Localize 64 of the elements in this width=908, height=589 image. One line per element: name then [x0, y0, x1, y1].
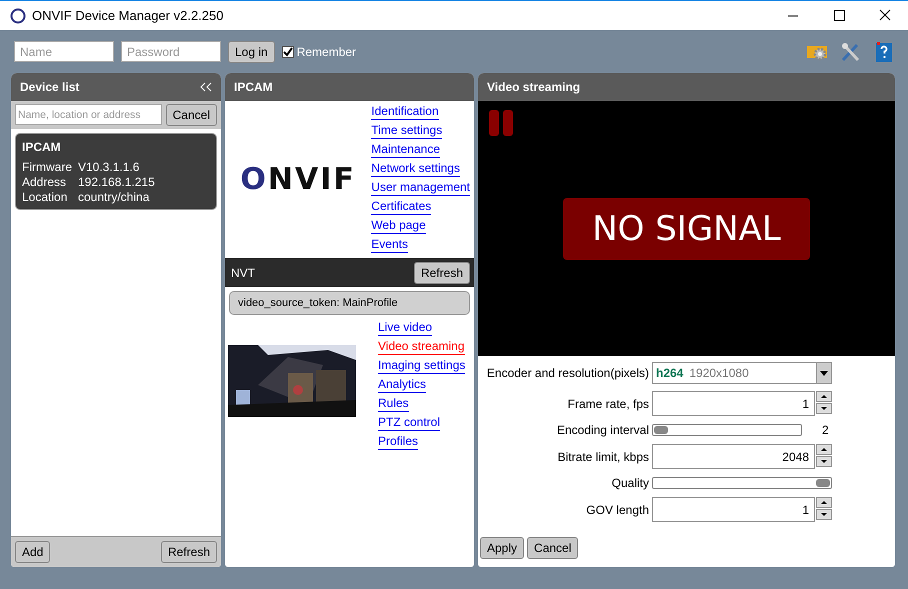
number-field[interactable]: 1	[652, 497, 815, 522]
nav-link[interactable]: Network settings	[371, 161, 460, 177]
nav-link[interactable]: Profiles	[378, 434, 418, 450]
window-title: ONVIF Device Manager v2.2.250	[32, 8, 224, 23]
form-button[interactable]: Apply	[480, 537, 524, 559]
form-button[interactable]: Cancel	[527, 537, 578, 559]
nav-link[interactable]: Analytics	[378, 377, 426, 393]
no-signal-label: NO SIGNAL	[563, 198, 810, 260]
remember-label: Remember	[296, 44, 356, 58]
field-label: Location	[22, 190, 68, 204]
slider[interactable]	[652, 424, 802, 436]
device-name: IPCAM	[22, 140, 62, 154]
refresh-button[interactable]: Refresh	[414, 262, 470, 284]
spinner-arrows-icon[interactable]	[816, 391, 832, 416]
cancel-button[interactable]: Cancel	[166, 104, 217, 126]
panel-title: Device list	[20, 80, 80, 94]
nav-link[interactable]: Video streaming	[378, 339, 464, 355]
field-label: Address	[22, 175, 68, 189]
remember-checkbox[interactable]	[282, 46, 294, 58]
help-icon[interactable]	[874, 40, 894, 62]
password-field[interactable]: Password	[121, 41, 221, 62]
field-label: Bitrate limit, kbps	[556, 450, 650, 464]
panel-title: IPCAM	[234, 80, 273, 94]
nav-link[interactable]: Imaging settings	[378, 358, 466, 374]
section-title: NVT	[231, 266, 255, 280]
app-icon	[10, 8, 26, 24]
field-label: GOV length	[585, 502, 650, 516]
nav-link[interactable]: Web page	[371, 218, 426, 234]
spinner-arrows-icon[interactable]	[816, 497, 832, 522]
tools-icon[interactable]	[840, 42, 862, 62]
slider-value: 2	[822, 423, 829, 437]
search-field[interactable]: Name, location or address	[15, 104, 162, 125]
field-value: 192.168.1.215	[78, 175, 156, 189]
caret-icon	[820, 370, 828, 376]
field-label: Encoder and resolution(pixels)	[486, 366, 650, 380]
number-field[interactable]: 2048	[652, 444, 815, 469]
field-label: Frame rate, fps	[566, 396, 650, 410]
nav-link[interactable]: Time settings	[371, 123, 442, 139]
list-button[interactable]: Refresh	[160, 541, 217, 563]
name-field[interactable]: Name	[14, 41, 114, 62]
number-field[interactable]: 1	[652, 391, 815, 416]
nav-link[interactable]: Rules	[378, 396, 409, 412]
list-button[interactable]: Add	[15, 541, 50, 563]
field-value: country/china	[78, 190, 150, 204]
nav-link[interactable]: Identification	[371, 104, 439, 120]
login-button[interactable]: Log in	[228, 40, 275, 62]
nav-link[interactable]: Certificates	[371, 199, 432, 215]
nav-link[interactable]: Maintenance	[371, 142, 440, 158]
spinner-arrows-icon[interactable]	[816, 444, 832, 469]
collapse-icon[interactable]	[200, 82, 212, 92]
field-label: Encoding interval	[556, 423, 650, 437]
nav-link[interactable]: PTZ control	[378, 415, 440, 431]
nav-link[interactable]: User management	[371, 180, 470, 196]
onvif-logo: ONVIF	[239, 161, 357, 199]
field-value: V10.3.1.1.6	[78, 160, 140, 174]
encoder-dropdown[interactable]: h264 1920x1080	[652, 362, 832, 384]
device-card[interactable]: IPCAM Firmware V10.3.1.1.6 Address 192.168.1.215 Location country/china	[15, 133, 217, 210]
field-label: Firmware	[22, 160, 72, 174]
nav-link[interactable]: Events	[371, 237, 408, 253]
profile-selector[interactable]: video_source_token: MainProfile	[229, 291, 470, 315]
panel-title: Video streaming	[487, 80, 580, 94]
field-label: Quality	[610, 476, 650, 490]
slider[interactable]	[652, 477, 832, 489]
nav-link[interactable]: Live video	[378, 320, 432, 336]
